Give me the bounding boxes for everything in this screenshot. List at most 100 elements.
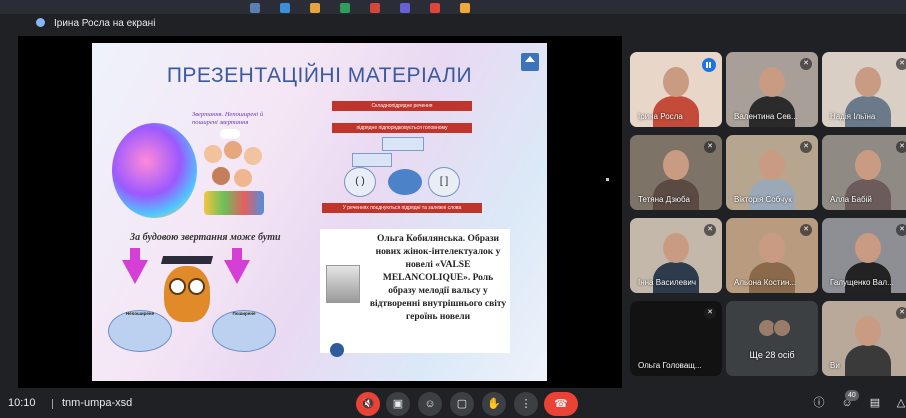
participant-name: Ви xyxy=(830,361,840,370)
info-icon[interactable]: ⓘ xyxy=(810,394,828,412)
present-button[interactable]: ▢ xyxy=(450,392,474,416)
chat-icon[interactable]: ▤ xyxy=(866,394,884,412)
camera-button[interactable]: ▣ xyxy=(386,392,410,416)
participant-name: Ірина Росла xyxy=(638,112,683,121)
mic-muted-icon: ✕ xyxy=(704,307,716,319)
participant-tile[interactable]: ✕ Ольга Головащ... xyxy=(630,301,722,376)
home-icon xyxy=(521,53,539,71)
child-figure xyxy=(212,167,230,185)
scheme-mid: підрядне підпорядковується головному xyxy=(332,123,472,133)
owl-eye xyxy=(169,278,186,295)
scheme-cell xyxy=(352,153,392,167)
avatar xyxy=(773,319,791,337)
mouse-cursor xyxy=(606,178,609,181)
arrow-down-icon xyxy=(224,260,250,284)
participant-face xyxy=(663,67,690,97)
mic-muted-icon: ✕ xyxy=(800,141,812,153)
participant-name: Надія Ільїна xyxy=(830,112,876,121)
participant-tile[interactable]: ✕ Алла Бабій xyxy=(822,135,906,210)
mic-off-button[interactable]: 🔇 xyxy=(356,392,380,416)
owl-header: За будовою звертання може бути xyxy=(130,232,281,243)
taskbar-app-icon[interactable] xyxy=(430,3,440,13)
speaking-indicator-icon xyxy=(702,58,716,72)
owl-eye xyxy=(188,278,205,295)
participant-face xyxy=(855,316,882,346)
avatar-stack xyxy=(758,319,791,342)
presenter-label: Ірина Росла на екрані xyxy=(54,18,156,29)
clock: 10:10 xyxy=(8,397,36,409)
owl-left-label: Непоширене xyxy=(125,311,155,316)
more-options-button[interactable]: ⋮ xyxy=(514,392,538,416)
kids-illustration: Звертання. Непоширені й поширені звертан… xyxy=(112,105,272,223)
raise-hand-button[interactable]: ✋ xyxy=(482,392,506,416)
participant-name: Галущенко Вал... xyxy=(830,278,894,287)
scheme-bottom: У реченнях поєднуються підрядні та залеж… xyxy=(322,203,482,213)
participant-face xyxy=(855,150,882,180)
participant-face xyxy=(855,233,882,263)
participant-name: Тетяна Дзюба xyxy=(638,195,690,204)
participant-tile[interactable]: Ірина Росла xyxy=(630,52,722,127)
scheme-right-oval: [ ] xyxy=(428,167,460,197)
taskbar-app-icon[interactable] xyxy=(310,3,320,13)
scheme-cell xyxy=(382,137,424,151)
slide-title: ПРЕЗЕНТАЦІЙНІ МАТЕРІАЛИ xyxy=(166,64,473,87)
mic-muted-icon: ✕ xyxy=(800,58,812,70)
bottom-toolbar: 10:10 tnm-umpa-xsd 🔇 ▣ ☺ ▢ ✋ ⋮ ☎ ⓘ ☺ ▤ △ xyxy=(0,388,906,418)
mic-muted-icon: ✕ xyxy=(896,307,906,319)
presenter-avatar xyxy=(36,18,45,27)
graduation-cap xyxy=(160,256,214,264)
mic-muted-icon: ✕ xyxy=(896,58,906,70)
taskbar-app-icon[interactable] xyxy=(250,3,260,13)
participant-name: Інна Василевич xyxy=(638,278,696,287)
child-figure xyxy=(224,141,242,159)
divider xyxy=(52,399,53,409)
child-figure xyxy=(204,145,222,163)
participant-tile[interactable]: ✕ Альона Костин... xyxy=(726,218,818,293)
taskbar-app-icon[interactable] xyxy=(280,3,290,13)
taskbar-app-icon[interactable] xyxy=(400,3,410,13)
meeting-code: tnm-umpa-xsd xyxy=(62,397,133,409)
end-call-button[interactable]: ☎ xyxy=(544,392,578,416)
participant-tile[interactable]: ✕ Ви xyxy=(822,301,906,376)
participant-tile[interactable]: ✕ Надія Ільїна xyxy=(822,52,906,127)
literature-card: Ольга Кобилянська. Образи нових жінок-ін… xyxy=(320,229,510,353)
participant-name: Альона Костин... xyxy=(734,278,797,287)
activities-icon[interactable]: △ xyxy=(892,394,906,412)
participant-tile[interactable]: ✕ Галущенко Вал... xyxy=(822,218,906,293)
owl-right-oval: Поширене xyxy=(212,310,276,352)
mic-muted-icon: ✕ xyxy=(800,224,812,236)
participant-face xyxy=(759,67,786,97)
taskbar-app-icon[interactable] xyxy=(340,3,350,13)
participant-name: Ольга Головащ... xyxy=(638,361,702,370)
presenter-bar: Ірина Росла на екрані xyxy=(0,14,906,36)
participant-face xyxy=(663,150,690,180)
taskbar-app-icon[interactable] xyxy=(460,3,470,13)
participant-name: Ще 28 осіб xyxy=(749,350,795,360)
scheme-left-oval: ( ) xyxy=(344,167,376,197)
pen-icon xyxy=(330,343,344,357)
participant-body xyxy=(845,344,891,376)
arrow-down-icon xyxy=(122,260,148,284)
child-figure xyxy=(234,169,252,187)
participant-name: Валентина Сев... xyxy=(734,112,798,121)
taskbar-app-icon[interactable] xyxy=(370,3,380,13)
scheme-middle-oval xyxy=(388,169,422,195)
mic-muted-icon: ✕ xyxy=(896,224,906,236)
mic-muted-icon: ✕ xyxy=(896,141,906,153)
emoji-button[interactable]: ☺ xyxy=(418,392,442,416)
participant-tile[interactable]: ✕ Вікторія Собчук xyxy=(726,135,818,210)
participant-tile[interactable]: ✕ Тетяна Дзюба xyxy=(630,135,722,210)
child-figure xyxy=(244,147,262,165)
more-participants-tile[interactable]: Ще 28 осіб xyxy=(726,301,818,376)
participant-face xyxy=(759,150,786,180)
participant-tile[interactable]: ✕ Інна Василевич xyxy=(630,218,722,293)
owl-illustration: За будовою звертання може бути Непоширен… xyxy=(102,226,282,376)
kids-caption: Звертання. Непоширені й поширені звертан… xyxy=(192,111,264,126)
scheme-top: Складнопідрядне речення xyxy=(332,101,472,111)
shared-slide: ПРЕЗЕНТАЦІЙНІ МАТЕРІАЛИ Звертання. Непош… xyxy=(92,43,547,381)
owl-figure xyxy=(164,266,210,322)
participant-name: Алла Бабій xyxy=(830,195,872,204)
participant-face xyxy=(663,233,690,263)
participant-face xyxy=(855,67,882,97)
participant-tile[interactable]: ✕ Валентина Сев... xyxy=(726,52,818,127)
